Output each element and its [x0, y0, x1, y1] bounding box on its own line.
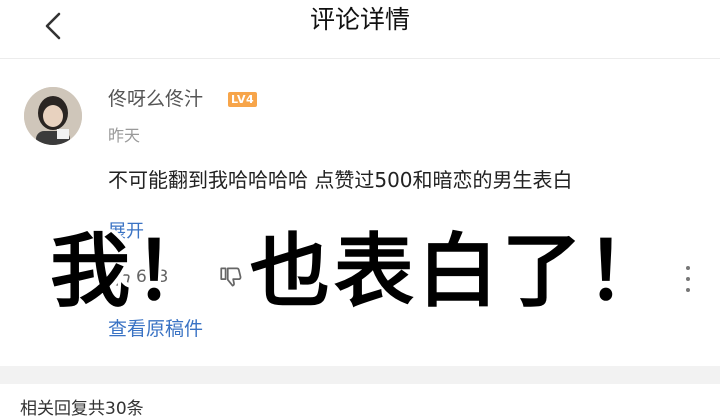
page-title: 评论详情 [309, 5, 410, 34]
username[interactable]: 佟呀么佟汁 [108, 86, 203, 112]
user-avatar-image [24, 87, 82, 145]
related-replies-heading: 相关回复共30条 [20, 399, 144, 419]
overlay-caption: 我！ 也表白了！ [50, 225, 670, 318]
comment-time: 昨天 [108, 126, 141, 145]
section-divider [0, 366, 720, 384]
top-bar: 评论详情 [0, 0, 720, 59]
level-badge: LV4 [228, 92, 258, 107]
avatar[interactable] [24, 87, 82, 145]
comment-text: 不可能翻到我哈哈哈哈 点赞过500和暗恋的男生表白 [108, 168, 573, 192]
